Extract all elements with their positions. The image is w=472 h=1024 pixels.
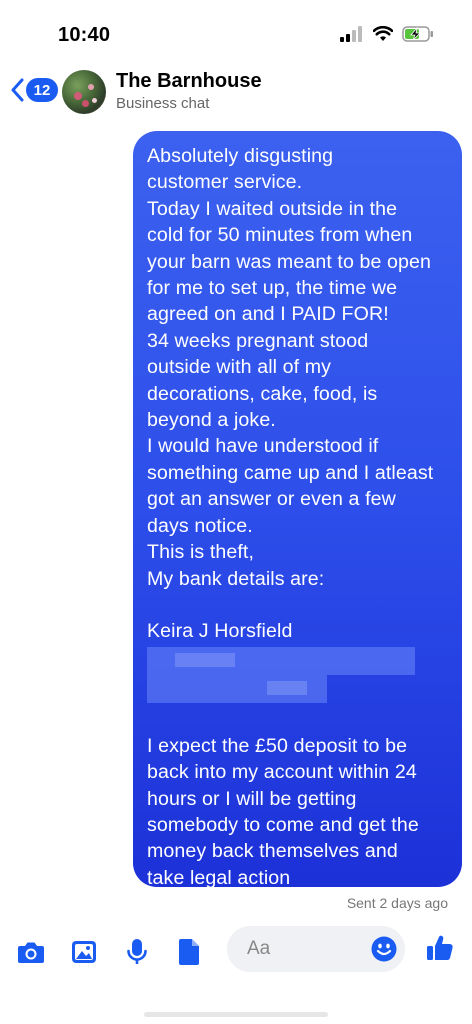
message-composer — [0, 922, 472, 984]
unread-count-badge: 12 — [26, 78, 58, 102]
message-text-part-2: I expect the £50 deposit to be back into… — [147, 734, 419, 889]
chevron-left-icon — [11, 78, 24, 102]
gallery-button[interactable] — [70, 938, 98, 966]
message-text-part-1: Absolutely disgusting customer service. … — [147, 145, 434, 643]
status-icons — [340, 26, 434, 42]
microphone-icon — [127, 939, 147, 964]
file-button[interactable] — [175, 938, 203, 966]
outgoing-message-bubble[interactable]: Absolutely disgusting customer service. … — [133, 131, 462, 889]
status-time: 10:40 — [58, 24, 111, 46]
avatar[interactable] — [62, 70, 106, 114]
document-icon — [179, 939, 199, 965]
back-button[interactable]: 12 — [10, 78, 58, 102]
contact-name[interactable]: The Barnhouse — [116, 70, 262, 93]
image-icon — [72, 941, 96, 963]
emoji-icon[interactable] — [371, 936, 397, 962]
camera-button[interactable] — [17, 938, 45, 966]
chat-header: 12 The Barnhouse Business chat — [0, 62, 472, 120]
wifi-icon — [373, 26, 393, 41]
home-indicator — [144, 1012, 328, 1017]
message-input[interactable] — [245, 937, 369, 961]
message-input-container[interactable] — [227, 926, 405, 972]
message-sent-status: Sent 2 days ago — [346, 895, 448, 911]
like-button[interactable] — [426, 934, 454, 962]
redacted-bank-details — [147, 646, 415, 703]
battery-charging-icon — [402, 26, 433, 42]
camera-icon — [18, 942, 44, 963]
cellular-signal-icon — [340, 26, 362, 42]
thumbs-up-icon — [427, 935, 453, 961]
status-bar: 10:40 — [0, 0, 472, 62]
voice-message-button[interactable] — [123, 938, 151, 966]
contact-subtitle: Business chat — [116, 95, 210, 112]
